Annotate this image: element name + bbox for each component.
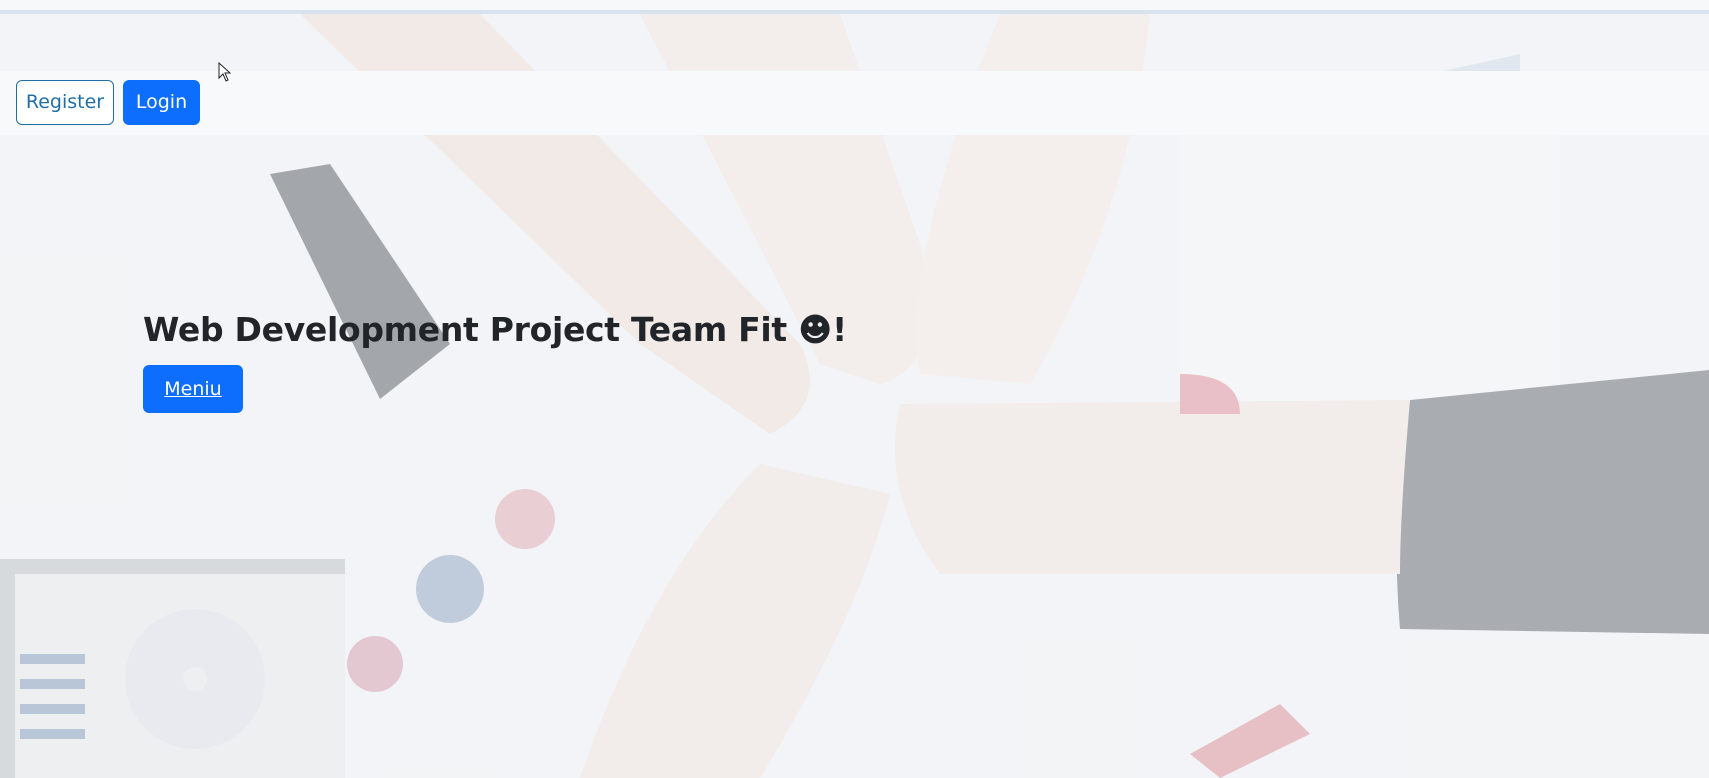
login-button[interactable]: Login [123,80,200,125]
register-button[interactable]: Register [16,80,114,125]
page-title: Web Development Project Team Fit ☻! [143,310,847,349]
top-border [0,0,1709,14]
mouse-cursor-icon [218,62,232,82]
menu-button[interactable]: Meniu [143,365,243,413]
navbar [0,71,1709,135]
